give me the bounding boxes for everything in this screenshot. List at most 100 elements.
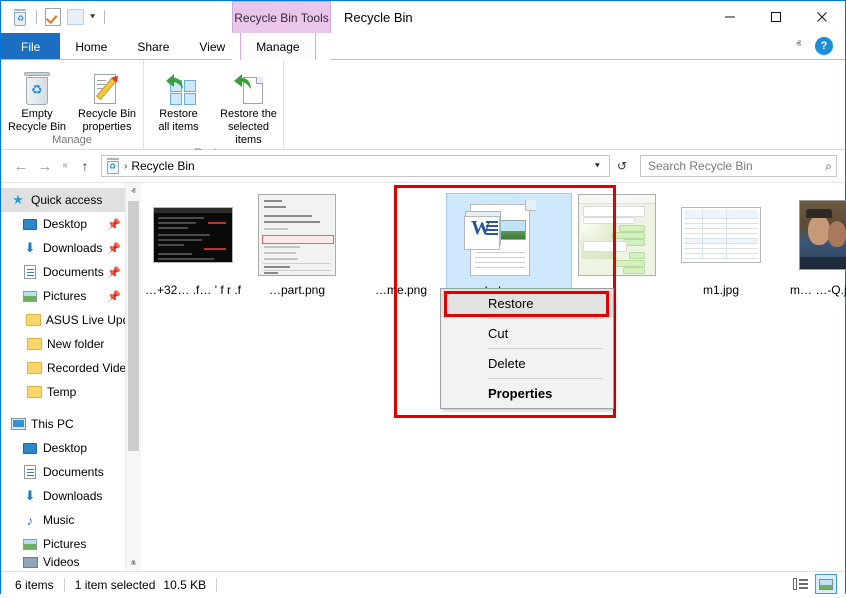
sidebar-item-videos[interactable]: Videos: [1, 556, 141, 568]
maximize-button[interactable]: [753, 1, 799, 32]
sidebar-item-documents[interactable]: Documents 📌: [1, 260, 141, 284]
search-icon[interactable]: ⌕: [825, 159, 832, 174]
close-button[interactable]: [799, 1, 845, 32]
empty-recycle-bin-button[interactable]: ♻ Empty Recycle Bin: [2, 64, 72, 134]
list-item-selected[interactable]: W LaLa-s…: [453, 189, 565, 299]
sidebar-item-label: Desktop: [43, 217, 87, 231]
address-dropdown-icon[interactable]: ⯆: [588, 161, 607, 172]
restore-all-label-1: Restore: [159, 108, 198, 120]
sidebar-item-label: New folder: [47, 337, 104, 351]
sidebar-item-pictures-thispc[interactable]: Pictures: [1, 532, 141, 556]
navigation-pane: ★ Quick access Desktop 📌 ⬇ Downloads 📌 D…: [1, 183, 141, 571]
minimize-button[interactable]: [707, 1, 753, 32]
file-explorer-window: ♻ ⯆ Recycle Bin Tools Recycle Bin: [0, 0, 846, 594]
chat-screenshot-thumbnail: [575, 193, 659, 277]
sidebar-item-desktop[interactable]: Desktop 📌: [1, 212, 141, 236]
sidebar-item-label: Music: [43, 513, 74, 527]
qat-properties-icon[interactable]: [42, 6, 64, 28]
context-menu-item-cut[interactable]: Cut: [441, 319, 613, 348]
sidebar-item-documents-thispc[interactable]: Documents: [1, 460, 141, 484]
music-icon: ♪: [19, 513, 41, 528]
address-field[interactable]: ♻ › Recycle Bin ⯆: [101, 155, 610, 177]
qat-new-folder-icon[interactable]: [64, 6, 86, 28]
recycle-bin-properties-button[interactable]: Recycle Bin properties: [72, 64, 142, 134]
scroll-down-icon[interactable]: ⱞ: [126, 555, 141, 571]
restore-all-items-button[interactable]: Restore all items: [144, 64, 214, 134]
refresh-button[interactable]: ↺: [610, 154, 634, 178]
list-item[interactable]: [565, 189, 669, 299]
terminal-screenshot-thumbnail: [151, 193, 235, 277]
video-icon: [19, 557, 41, 568]
file-name: …+32… .f… ' f r .f: [141, 283, 245, 297]
selection-info: 1 item selected: [75, 578, 156, 592]
back-button[interactable]: ←: [9, 154, 33, 178]
list-item[interactable]: m… …-Q.jpg: [773, 189, 846, 299]
details-view-button[interactable]: [789, 574, 811, 594]
breadcrumb[interactable]: Recycle Bin: [131, 159, 194, 173]
sidebar-item-quick-access[interactable]: ★ Quick access: [1, 188, 141, 212]
contextual-tab-group-label: Recycle Bin Tools: [232, 1, 331, 34]
document-icon: [19, 465, 41, 479]
search-box[interactable]: Search Recycle Bin ⌕: [640, 155, 837, 177]
tab-share[interactable]: Share: [122, 33, 184, 60]
file-list-view[interactable]: …+32… .f… ' f r .f: [141, 183, 845, 571]
selection-size: 10.5 KB: [163, 578, 206, 592]
divider: [64, 578, 65, 592]
large-icons-view-icon: [819, 579, 833, 590]
title-bar: ♻ ⯆ Recycle Bin Tools Recycle Bin: [1, 1, 845, 33]
file-name: …part.png: [245, 283, 349, 297]
sidebar-item-pictures[interactable]: Pictures 📌: [1, 284, 141, 308]
tab-home[interactable]: Home: [60, 33, 122, 60]
sidebar-item-new-folder[interactable]: New folder: [1, 332, 141, 356]
breadcrumb-separator: ›: [124, 161, 127, 172]
forward-button[interactable]: →: [33, 154, 57, 178]
search-input[interactable]: Search Recycle Bin: [648, 159, 825, 173]
restore-selected-items-button[interactable]: Restore the selected items: [214, 64, 284, 147]
pin-icon: 📌: [107, 242, 121, 255]
folder-icon: [23, 338, 45, 350]
ribbon-group-restore: Restore all items: [144, 60, 284, 149]
pin-icon: 📌: [107, 290, 121, 303]
sidebar-item-music[interactable]: ♪ Music: [1, 508, 141, 532]
scrollbar-thumb[interactable]: [128, 201, 139, 451]
photo-people-thumbnail: [783, 193, 846, 277]
tab-view[interactable]: View: [184, 33, 240, 60]
quick-access-toolbar: ♻ ⯆: [9, 6, 110, 28]
recycle-bin-icon: ♻: [22, 68, 52, 106]
file-name: m1.jpg: [669, 283, 773, 297]
sidebar-item-desktop-thispc[interactable]: Desktop: [1, 436, 141, 460]
help-icon[interactable]: ?: [815, 37, 833, 55]
list-item[interactable]: …part.png: [245, 189, 349, 299]
download-icon: ⬇: [19, 240, 41, 256]
pin-icon: 📌: [107, 266, 121, 279]
sidebar-item-this-pc[interactable]: This PC: [1, 412, 141, 436]
sidebar-item-label: Temp: [47, 385, 76, 399]
list-item[interactable]: …me.png: [349, 189, 453, 299]
list-item[interactable]: m1.jpg: [669, 189, 773, 299]
sidebar-item-label: Quick access: [31, 193, 102, 207]
star-icon: ★: [7, 192, 29, 208]
sidebar-item-downloads-thispc[interactable]: ⬇ Downloads: [1, 484, 141, 508]
large-icons-view-button[interactable]: [815, 574, 837, 594]
context-menu-item-restore[interactable]: Restore: [441, 289, 613, 318]
collapse-ribbon-icon[interactable]: ⱏ: [796, 39, 801, 50]
recent-locations-icon[interactable]: ⱝ: [57, 154, 73, 178]
navigation-pane-scrollbar[interactable]: ⱏ ⱞ: [125, 183, 141, 571]
context-menu-item-delete[interactable]: Delete: [441, 349, 613, 378]
sidebar-item-temp[interactable]: Temp: [1, 380, 141, 404]
qat-recycle-bin-icon[interactable]: ♻: [9, 6, 31, 28]
sidebar-item-asus-live-update[interactable]: ASUS Live Update: [1, 308, 141, 332]
list-item[interactable]: …+32… .f… ' f r .f: [141, 189, 245, 299]
sidebar-item-label: Pictures: [43, 537, 86, 551]
main-area: ★ Quick access Desktop 📌 ⬇ Downloads 📌 D…: [1, 182, 845, 571]
tab-manage[interactable]: Manage: [240, 33, 315, 60]
restore-selected-label-2: selected items: [228, 121, 269, 146]
context-menu[interactable]: Restore Cut Delete Properties: [440, 288, 614, 409]
context-menu-item-properties[interactable]: Properties: [441, 379, 613, 408]
scroll-up-icon[interactable]: ⱏ: [126, 183, 141, 199]
up-button[interactable]: ↑: [73, 154, 97, 178]
tab-file[interactable]: File: [1, 33, 60, 60]
qat-dropdown-icon[interactable]: ⯆: [86, 12, 99, 23]
sidebar-item-downloads[interactable]: ⬇ Downloads 📌: [1, 236, 141, 260]
sidebar-item-recorded-videos[interactable]: Recorded Videos: [1, 356, 141, 380]
